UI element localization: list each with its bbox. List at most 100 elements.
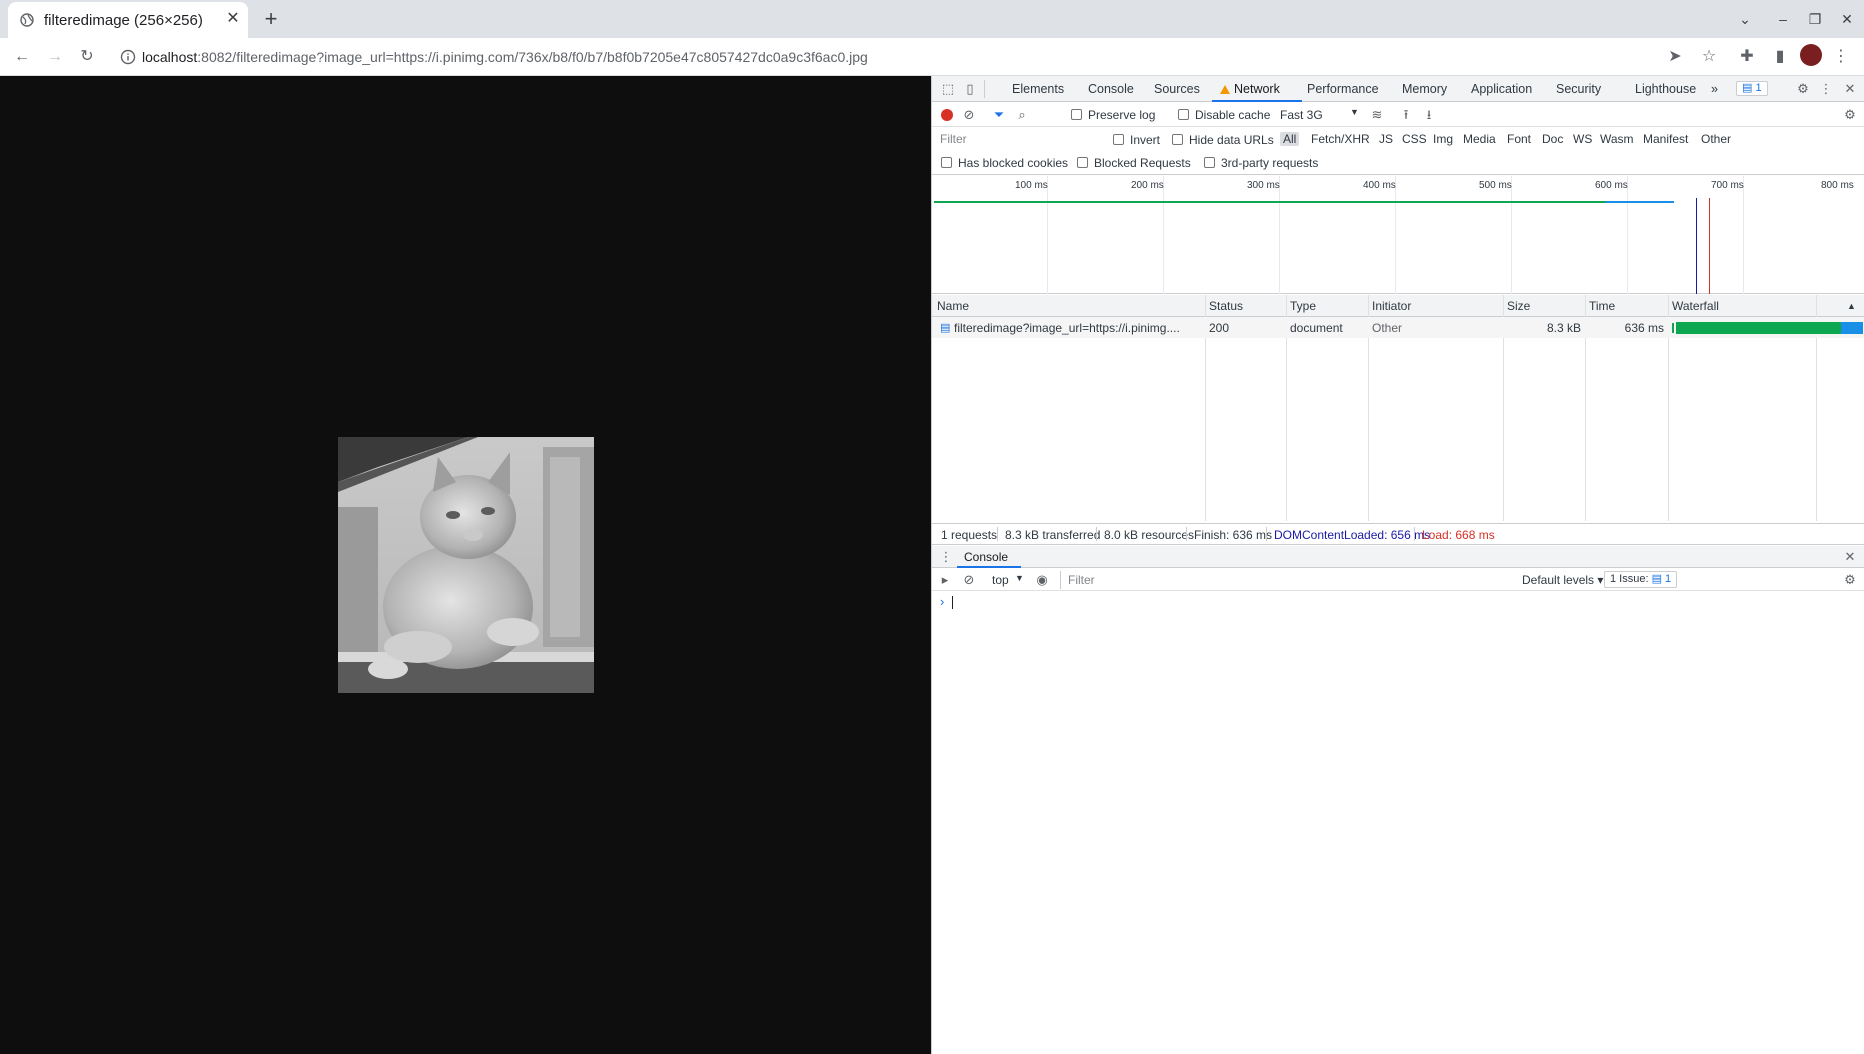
info-icon[interactable] [120, 49, 136, 65]
bookmark-star-icon[interactable]: ☆ [1698, 46, 1720, 68]
tab-application[interactable]: Application [1471, 82, 1532, 96]
tab-console[interactable]: Console [1088, 82, 1134, 96]
tab-security[interactable]: Security [1556, 82, 1601, 96]
summary-finish: Finish: 636 ms [1194, 528, 1273, 542]
type-filter-fetch-xhr[interactable]: Fetch/XHR [1311, 132, 1370, 146]
type-filter-other[interactable]: Other [1701, 132, 1731, 146]
console-issues-button[interactable]: 1 Issue: ▤ 1 [1604, 571, 1678, 588]
tab-memory[interactable]: Memory [1402, 82, 1447, 96]
filter-input[interactable]: Filter [940, 132, 1070, 150]
devtools-menu-icon[interactable]: ⋮ [1818, 81, 1834, 97]
invert-checkbox[interactable] [1113, 134, 1124, 145]
third-party-checkbox[interactable] [1204, 157, 1215, 168]
chevron-down-icon[interactable]: ▼ [1350, 107, 1359, 117]
drawer-close-icon[interactable]: ✕ [1842, 549, 1858, 565]
browser-tab[interactable]: filteredimage (256×256) ✕ [8, 2, 248, 38]
network-conditions-icon[interactable]: ≋ [1369, 107, 1385, 123]
tab-elements[interactable]: Elements [1012, 82, 1064, 96]
window-close-icon[interactable]: ✕ [1836, 8, 1858, 30]
more-tabs-icon[interactable]: » [1711, 82, 1718, 96]
type-filter-manifest[interactable]: Manifest [1643, 132, 1688, 146]
settings-gear-icon[interactable]: ⚙ [1795, 81, 1811, 97]
back-arrow-icon[interactable]: ← [11, 46, 33, 68]
column-header-name[interactable]: Name [937, 299, 969, 313]
disable-cache-checkbox[interactable] [1178, 109, 1189, 120]
network-overview[interactable]: 100 ms 200 ms 300 ms 400 ms 500 ms 600 m… [932, 176, 1864, 294]
column-header-status[interactable]: Status [1209, 299, 1243, 313]
console-caret[interactable] [952, 596, 953, 609]
sort-arrow-icon[interactable]: ▲ [1847, 301, 1856, 311]
type-filter-all[interactable]: All [1280, 132, 1300, 146]
overview-gridline [1279, 176, 1280, 294]
tab-lighthouse[interactable]: Lighthouse [1635, 82, 1696, 96]
device-toolbar-icon[interactable]: ▯ [962, 81, 978, 97]
console-output[interactable]: › [932, 592, 1864, 1054]
drawer-tab-console[interactable]: Console [964, 550, 1008, 564]
overview-gridline [1743, 176, 1744, 294]
restore-icon[interactable]: ❐ [1804, 8, 1826, 30]
hide-data-urls-checkbox[interactable] [1172, 134, 1183, 145]
network-settings-icon[interactable]: ⚙ [1842, 107, 1858, 123]
issues-badge[interactable]: ▤ 1 [1736, 81, 1768, 96]
log-levels-select[interactable]: Default levels ▾ [1522, 573, 1603, 587]
type-filter-css[interactable]: CSS [1402, 132, 1427, 146]
tab-search-chevron-icon[interactable]: ⌄ [1734, 8, 1756, 30]
blocked-requests-checkbox[interactable] [1077, 157, 1088, 168]
type-filter-font[interactable]: Font [1507, 132, 1531, 146]
minimize-icon[interactable]: – [1772, 8, 1794, 30]
type-filter-js[interactable]: JS [1379, 132, 1393, 146]
column-header-type[interactable]: Type [1290, 299, 1316, 313]
tab-performance[interactable]: Performance [1307, 82, 1379, 96]
summary-load: Load: 668 ms [1422, 528, 1495, 542]
type-filter-ws[interactable]: WS [1573, 132, 1592, 146]
type-filter-media[interactable]: Media [1463, 132, 1496, 146]
url-host: localhost [142, 49, 198, 65]
column-header-size[interactable]: Size [1507, 299, 1530, 313]
clear-icon[interactable]: ⊘ [961, 107, 977, 123]
menu-kebab-icon[interactable]: ⋮ [1830, 46, 1852, 68]
console-sidebar-icon[interactable]: ▸ [937, 572, 953, 588]
profile-avatar[interactable] [1800, 44, 1822, 66]
preserve-log-checkbox[interactable] [1071, 109, 1082, 120]
overview-tick-label: 300 ms [1247, 180, 1280, 191]
console-clear-icon[interactable]: ⊘ [961, 572, 977, 588]
side-panel-icon[interactable]: ▮ [1769, 46, 1791, 68]
console-settings-icon[interactable]: ⚙ [1842, 572, 1858, 588]
live-expression-eye-icon[interactable]: ◉ [1034, 572, 1050, 588]
has-blocked-cookies-checkbox[interactable] [941, 157, 952, 168]
type-filter-doc[interactable]: Doc [1542, 132, 1563, 146]
reload-icon[interactable]: ↻ [76, 46, 98, 68]
console-prompt-icon: › [940, 594, 945, 609]
column-header-time[interactable]: Time [1589, 299, 1615, 313]
search-icon[interactable]: ⌕ [1014, 107, 1030, 123]
tab-sources[interactable]: Sources [1154, 82, 1200, 96]
preserve-log-label: Preserve log [1088, 108, 1156, 122]
column-header-initiator[interactable]: Initiator [1372, 299, 1411, 313]
warning-icon [1220, 85, 1230, 94]
inspect-element-icon[interactable]: ⬚ [940, 81, 956, 97]
console-filter-input[interactable]: Filter [1068, 573, 1508, 591]
extensions-puzzle-icon[interactable]: ✚ [1736, 46, 1758, 68]
request-name[interactable]: filteredimage?image_url=https://i.pinimg… [954, 321, 1200, 335]
overview-tick-label: 400 ms [1363, 180, 1396, 191]
devtools-close-icon[interactable]: ✕ [1842, 81, 1858, 97]
column-header-waterfall[interactable]: Waterfall [1672, 299, 1719, 313]
address-bar[interactable]: localhost:8082/filteredimage?image_url=h… [110, 42, 1720, 72]
url-rest: :8082/filteredimage?image_url=https://i.… [197, 49, 868, 65]
tab-network[interactable]: Network [1220, 82, 1280, 96]
chevron-down-icon[interactable]: ▼ [1015, 573, 1024, 583]
filter-funnel-icon[interactable]: ⏷ [991, 107, 1007, 123]
throttling-select[interactable]: Fast 3G [1280, 108, 1323, 122]
type-filter-img[interactable]: Img [1433, 132, 1453, 146]
new-tab-button[interactable]: + [258, 6, 284, 32]
import-har-icon[interactable]: ⭱ [1398, 107, 1414, 123]
export-har-icon[interactable]: ⭳ [1421, 107, 1437, 123]
tab-close-icon[interactable]: ✕ [224, 10, 242, 28]
send-icon[interactable]: ➤ [1664, 46, 1686, 68]
context-selector[interactable]: top [992, 573, 1009, 587]
record-icon[interactable] [941, 109, 953, 121]
forward-arrow-icon[interactable]: → [44, 46, 66, 68]
type-filter-wasm[interactable]: Wasm [1600, 132, 1634, 146]
issues-count: 1 [1755, 82, 1762, 94]
drawer-menu-icon[interactable]: ⋮ [938, 549, 954, 565]
